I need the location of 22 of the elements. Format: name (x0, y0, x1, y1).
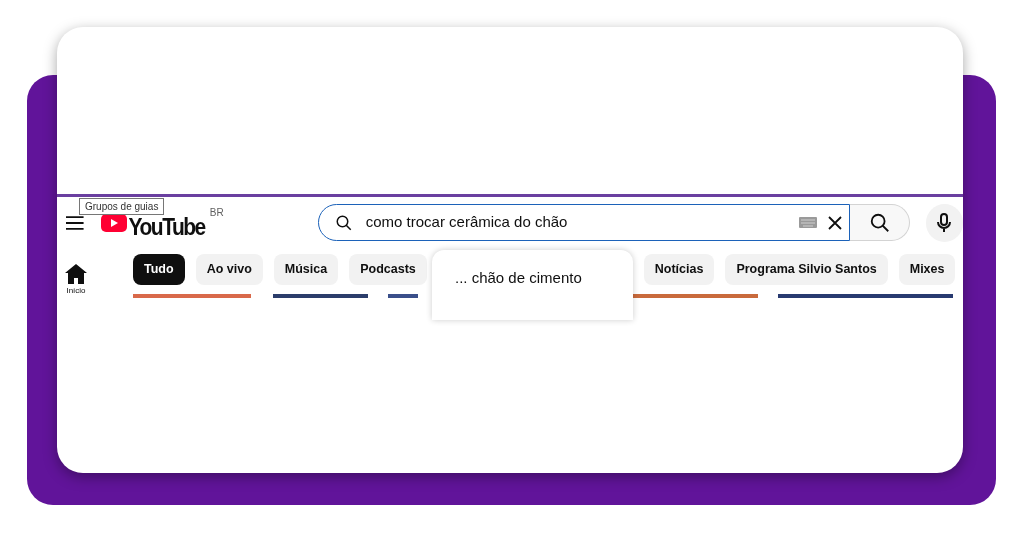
filter-chip[interactable]: Notícias (643, 254, 715, 285)
suggestion-item[interactable]: ... chão de cimento (455, 269, 582, 286)
microphone-button[interactable] (925, 203, 963, 242)
filter-chip[interactable]: Música (273, 254, 339, 285)
menu-icon[interactable] (66, 215, 84, 230)
filter-chip[interactable]: Ao vivo (195, 254, 263, 285)
sidebar-item[interactable]: Início (57, 254, 95, 298)
filter-chip[interactable]: Programa Silvio Santos (725, 254, 888, 285)
search-text: como trocar cerâmica do chão (365, 212, 569, 233)
region-label: BR (209, 206, 224, 220)
search-icon (334, 213, 353, 232)
search-button[interactable] (850, 204, 910, 241)
tooltip: Grupos de guias (79, 198, 165, 215)
keyboard-icon[interactable] (799, 217, 818, 228)
search-icon (868, 211, 891, 234)
microphone-icon (936, 212, 953, 233)
filter-chip[interactable]: Tudo (133, 254, 185, 285)
logo-wordmark[interactable]: YouTube (128, 214, 205, 239)
close-icon[interactable] (827, 214, 844, 231)
filter-chip[interactable]: Mixes (898, 254, 956, 285)
home-icon (65, 264, 87, 284)
filter-chip[interactable]: Podcasts (349, 254, 427, 285)
